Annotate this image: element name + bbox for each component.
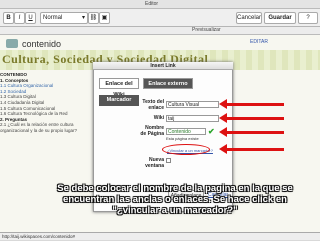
bold-button[interactable]: B — [3, 12, 14, 24]
image-icon[interactable]: ▣ — [99, 12, 110, 24]
editor-toolbar: B I U Normal ▾ ⛓ ▣ Cancelar Guardar ? — [0, 9, 320, 27]
page-title: contenido — [22, 39, 62, 49]
editor-title-bar: Editor — [0, 0, 320, 9]
cancel-button[interactable]: Cancelar — [236, 12, 262, 24]
dialog-title: Insert Link — [93, 62, 233, 70]
tab-external-link[interactable]: Enlace externo — [143, 78, 193, 89]
tab-bookmark[interactable]: Marcador — [99, 95, 139, 106]
check-icon: ✔ — [208, 127, 215, 136]
instruction-caption: Se debe colocar el nombre de la pagina e… — [57, 183, 293, 216]
italic-button[interactable]: I — [14, 12, 25, 24]
page-name-input[interactable]: Contenido — [166, 128, 206, 135]
save-button[interactable]: Guardar — [264, 12, 296, 24]
link-icon[interactable]: ⛓ — [88, 12, 99, 24]
editor-toolbar-row2: Previsualizar — [0, 27, 320, 35]
preview-link[interactable]: Previsualizar — [192, 27, 221, 33]
editor-title: Editor — [145, 1, 159, 7]
underline-button[interactable]: U — [25, 12, 36, 24]
new-window-checkbox[interactable] — [166, 158, 171, 163]
new-window-label: Nueva ventana — [145, 157, 164, 169]
link-text-label: Texto del enlace — [142, 99, 164, 111]
status-bar-url: http://taij.wikispaces.com/contenido# — [0, 232, 320, 240]
page-name-label: Nombre de Página — [140, 125, 164, 137]
page-exists-note: Esta página existe — [166, 136, 199, 141]
wiki-input[interactable]: taij — [166, 115, 219, 122]
style-select-value: Normal — [43, 15, 63, 21]
tab-wiki-link[interactable]: Enlace del Wiki — [99, 78, 139, 98]
page-icon — [6, 39, 18, 48]
highlight-circle — [162, 144, 210, 155]
edit-link[interactable]: EDITAR — [250, 39, 268, 45]
chevron-down-icon: ▾ — [81, 15, 85, 21]
arrow-pointer-3 — [219, 127, 284, 137]
arrow-pointer-2 — [219, 113, 284, 123]
arrow-pointer-1 — [219, 99, 284, 109]
content-list-item: organizacional y la de su propio lugar? — [0, 127, 78, 133]
link-text-input[interactable]: Cultura Visual — [166, 101, 219, 108]
wiki-label: Wiki — [153, 115, 164, 121]
arrow-pointer-4 — [219, 144, 284, 154]
style-select[interactable]: Normal ▾ — [40, 12, 88, 24]
help-icon[interactable]: ? — [298, 12, 318, 24]
